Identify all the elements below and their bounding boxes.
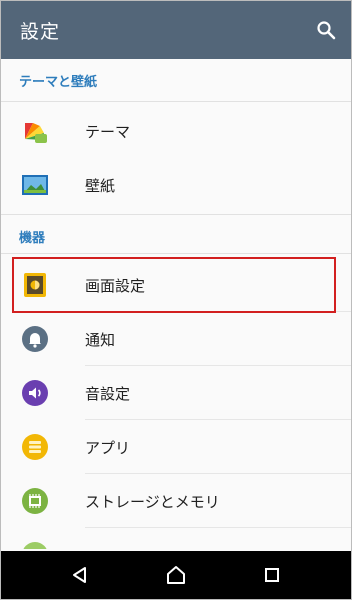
palette-icon [21,117,49,145]
divider [85,365,351,366]
settings-item-label: テーマ [85,123,131,141]
settings-item-notifications[interactable]: 通知 [1,313,351,366]
screen: 設定 テーマと壁紙 テーマ 壁紙 機器 画面設定 通知 音設定 アプリ ストレー… [0,0,352,600]
divider [1,253,351,254]
bell-icon [21,325,49,353]
divider [85,527,351,528]
section-header-theme-wallpaper: テーマと壁紙 [19,75,98,90]
section-header-device: 機器 [19,231,46,246]
settings-list: テーマと壁紙 テーマ 壁紙 機器 画面設定 通知 音設定 アプリ ストレージとメ… [1,59,351,549]
settings-item-label: ストレージとメモリ [85,493,220,511]
divider [1,101,351,102]
speaker-icon [21,379,49,407]
settings-item-apps[interactable]: アプリ [1,421,351,474]
settings-item-partial[interactable] [1,529,351,549]
memory-icon [21,487,49,515]
page-title: 設定 [20,21,61,43]
divider [85,473,351,474]
settings-item-theme[interactable]: テーマ [1,105,351,158]
picture-icon [21,171,49,199]
divider [1,214,351,215]
partial-row-icon [21,541,49,549]
settings-item-storage[interactable]: ストレージとメモリ [1,475,351,528]
settings-item-label: 壁紙 [85,177,116,195]
settings-item-label: アプリ [85,439,131,457]
settings-item-sound[interactable]: 音設定 [1,367,351,420]
highlight-box [12,257,336,313]
back-icon[interactable] [65,560,95,590]
search-icon[interactable] [311,15,341,45]
settings-item-wallpaper[interactable]: 壁紙 [1,159,351,212]
app-bar: 設定 [1,1,351,59]
settings-item-label: 音設定 [85,385,131,403]
apps-icon [21,433,49,461]
home-icon[interactable] [161,560,191,590]
navigation-bar [1,551,351,599]
recents-icon[interactable] [257,560,287,590]
settings-item-label: 通知 [85,331,116,349]
divider [85,419,351,420]
